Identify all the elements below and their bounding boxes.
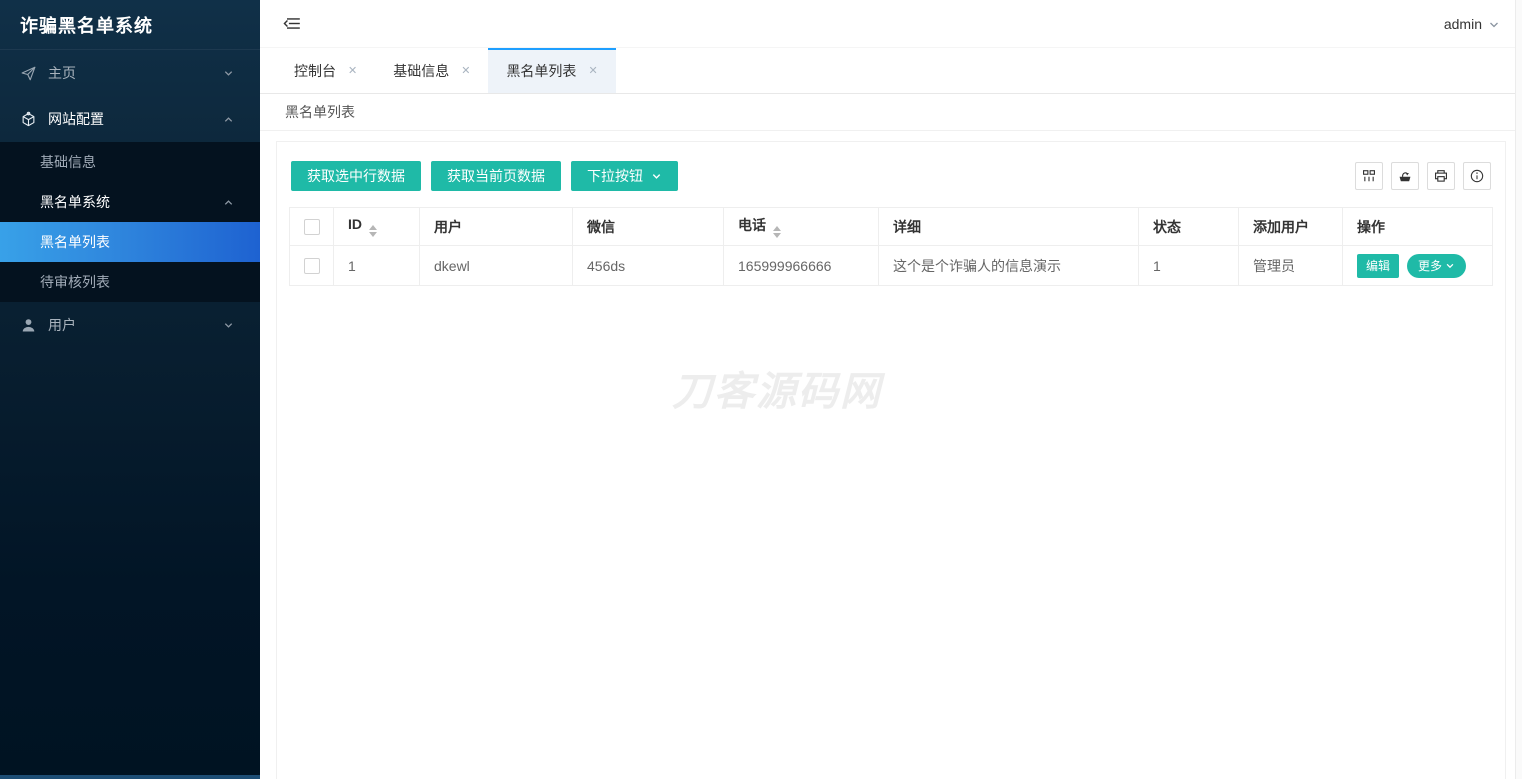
- chevron-up-icon: [223, 114, 234, 125]
- print-icon[interactable]: [1427, 162, 1455, 190]
- sidebar: 诈骗黑名单系统 主页 网站配置 基础信息 黑名单系统: [0, 0, 260, 779]
- columns-icon[interactable]: [1355, 162, 1383, 190]
- sidebar-item-blacklist-system[interactable]: 黑名单系统: [0, 182, 260, 222]
- sort-icon[interactable]: [773, 226, 781, 238]
- get-current-page-button[interactable]: 获取当前页数据: [431, 161, 561, 191]
- tabs-bar: 控制台 ✕ 基础信息 ✕ 黑名单列表 ✕: [260, 48, 1522, 94]
- sidebar-item-label: 主页: [48, 63, 76, 83]
- sidebar-item-label: 网站配置: [48, 109, 104, 129]
- page-scrollbar[interactable]: [1515, 0, 1522, 779]
- cell-added-by: 管理员: [1239, 246, 1343, 286]
- topbar: admin: [260, 0, 1522, 48]
- cell-actions: 编辑 更多: [1343, 246, 1493, 286]
- send-icon: [20, 65, 37, 82]
- app-title: 诈骗黑名单系统: [0, 0, 260, 50]
- column-header-phone[interactable]: 电话: [724, 208, 879, 246]
- close-icon[interactable]: ✕: [461, 64, 470, 77]
- sidebar-item-users[interactable]: 用户: [0, 302, 260, 348]
- export-icon[interactable]: [1391, 162, 1419, 190]
- get-selected-rows-button[interactable]: 获取选中行数据: [291, 161, 421, 191]
- chevron-up-icon: [223, 197, 234, 208]
- tab-label: 基础信息: [393, 61, 449, 81]
- content: 获取选中行数据 获取当前页数据 下拉按钮: [260, 131, 1522, 779]
- info-icon[interactable]: [1463, 162, 1491, 190]
- dropdown-button[interactable]: 下拉按钮: [571, 161, 678, 191]
- column-header-user: 用户: [420, 208, 573, 246]
- cell-wechat: 456ds: [573, 246, 724, 286]
- column-header-detail: 详细: [879, 208, 1139, 246]
- cell-detail: 这个是个诈骗人的信息演示: [879, 246, 1139, 286]
- sidebar-bottom-strip: [0, 775, 260, 779]
- row-checkbox[interactable]: [304, 258, 320, 274]
- edit-button[interactable]: 编辑: [1357, 254, 1399, 278]
- tab-label: 控制台: [294, 61, 336, 81]
- column-header-added-by: 添加用户: [1239, 208, 1343, 246]
- tab-console[interactable]: 控制台 ✕: [276, 48, 375, 93]
- cell-id: 1: [334, 246, 420, 286]
- tab-label: 黑名单列表: [506, 61, 576, 81]
- table-row[interactable]: 1 dkewl 456ds 165999966666 这个是个诈骗人的信息演示 …: [290, 246, 1493, 286]
- chevron-down-icon: [223, 68, 234, 79]
- column-header-wechat: 微信: [573, 208, 724, 246]
- column-header-actions: 操作: [1343, 208, 1493, 246]
- close-icon[interactable]: ✕: [588, 64, 597, 77]
- sort-icon[interactable]: [369, 225, 377, 237]
- user-icon: [20, 317, 37, 334]
- collapse-menu-icon[interactable]: [282, 14, 301, 33]
- select-all-checkbox[interactable]: [304, 219, 320, 235]
- table-card: 获取选中行数据 获取当前页数据 下拉按钮: [276, 141, 1506, 779]
- chevron-down-icon: [1488, 19, 1500, 31]
- sidebar-item-label: 黑名单列表: [40, 232, 110, 252]
- close-icon[interactable]: ✕: [348, 64, 357, 77]
- table-header-row: ID 用户 微信 电话 详细 状态 添加用户 操作: [290, 208, 1493, 246]
- column-header-status: 状态: [1139, 208, 1239, 246]
- chevron-down-icon: [1445, 261, 1455, 271]
- site-config-submenu: 基础信息 黑名单系统 黑名单列表 待审核列表: [0, 142, 260, 302]
- sidebar-item-label: 基础信息: [40, 152, 96, 172]
- cell-status: 1: [1139, 246, 1239, 286]
- sidebar-item-basic-info[interactable]: 基础信息: [0, 142, 260, 182]
- sidebar-item-label: 待审核列表: [40, 272, 110, 292]
- sidebar-item-home[interactable]: 主页: [0, 50, 260, 96]
- sidebar-item-site-config[interactable]: 网站配置: [0, 96, 260, 142]
- tab-blacklist-list[interactable]: 黑名单列表 ✕: [488, 48, 615, 93]
- username: admin: [1444, 16, 1482, 32]
- main-area: admin 控制台 ✕ 基础信息 ✕ 黑名单列表 ✕ 黑名单列表 获取选中行数据: [260, 0, 1522, 779]
- sidebar-nav: 主页 网站配置 基础信息 黑名单系统: [0, 50, 260, 348]
- more-button[interactable]: 更多: [1407, 254, 1466, 278]
- cell-phone: 165999966666: [724, 246, 879, 286]
- column-header-id[interactable]: ID: [334, 208, 420, 246]
- sidebar-item-blacklist-list[interactable]: 黑名单列表: [0, 222, 260, 262]
- chevron-down-icon: [651, 171, 662, 182]
- cell-user: dkewl: [420, 246, 573, 286]
- table-toolbar: 获取选中行数据 获取当前页数据 下拉按钮: [291, 161, 1491, 191]
- tab-basic-info[interactable]: 基础信息 ✕: [375, 48, 488, 93]
- page-title: 黑名单列表: [285, 102, 355, 122]
- user-menu[interactable]: admin: [1444, 16, 1500, 32]
- blacklist-table: ID 用户 微信 电话 详细 状态 添加用户 操作: [289, 207, 1493, 286]
- chevron-down-icon: [223, 320, 234, 331]
- sidebar-item-label: 黑名单系统: [40, 192, 110, 212]
- active-tab-indicator: [488, 48, 615, 50]
- sidebar-item-pending-review[interactable]: 待审核列表: [0, 262, 260, 302]
- breadcrumb: 黑名单列表: [260, 94, 1522, 131]
- cube-icon: [20, 111, 37, 128]
- sidebar-item-label: 用户: [48, 315, 76, 335]
